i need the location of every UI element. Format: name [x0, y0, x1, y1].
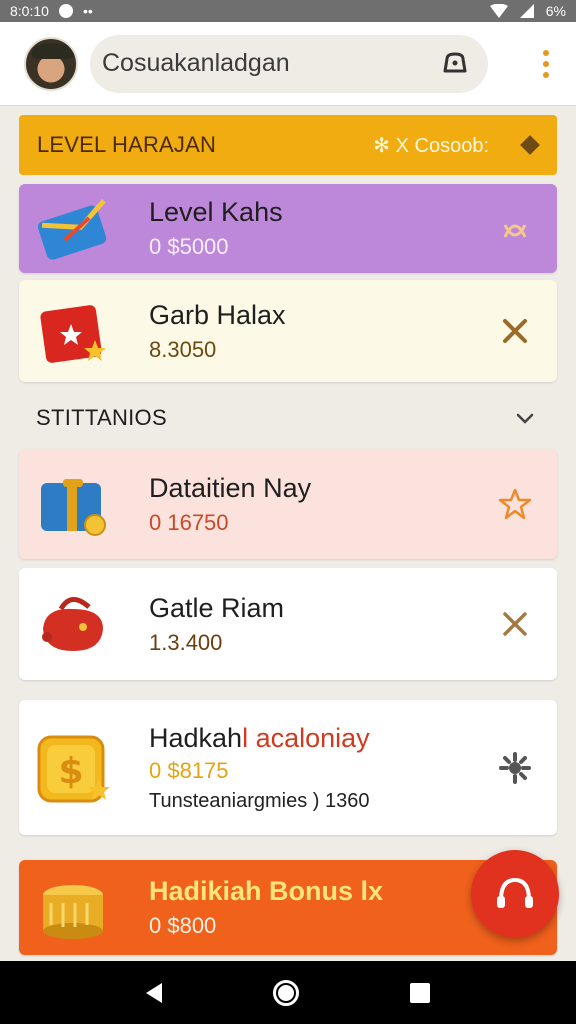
close-icon[interactable]	[497, 606, 533, 642]
search-text[interactable]: Cosuakanladgan	[102, 49, 440, 78]
card-subtitle: 0 $8175	[149, 757, 229, 783]
card-title: Gatle Riam	[149, 592, 285, 623]
status-time: 8:0:10	[10, 3, 49, 19]
floating-action-button[interactable]	[471, 850, 559, 938]
gift-box-icon	[40, 305, 106, 363]
star-icon[interactable]	[497, 486, 533, 522]
card-subtitle: 8.3050	[149, 336, 217, 362]
close-icon[interactable]	[497, 313, 533, 349]
card-title: Garb Halax	[149, 299, 286, 330]
reward-card[interactable]: Gatle Riam 1.3.400	[19, 568, 557, 680]
chevron-down-icon[interactable]	[514, 407, 536, 429]
level-header-right-text: ✻ X Cosoob:	[373, 134, 489, 157]
card-subtitle: 0 16750	[149, 509, 229, 535]
status-dots: ••	[82, 3, 93, 19]
home-icon[interactable]	[272, 979, 299, 1006]
card-subtitle: 1.3.400	[149, 629, 223, 655]
section-title: STITTANIOS	[36, 405, 167, 430]
svg-text:$: $	[58, 751, 83, 792]
avatar[interactable]	[24, 36, 78, 91]
settings-icon[interactable]	[497, 750, 533, 786]
reward-card[interactable]: Level Kahs 0 $5000	[19, 184, 557, 273]
level-header[interactable]: LEVEL HARAJAN ✻ X Cosoob:	[19, 115, 557, 175]
envelope-icon	[37, 198, 107, 260]
reward-card[interactable]: Garb Halax 8.3050	[19, 280, 557, 382]
card-title: Level Kahs	[149, 197, 283, 227]
card-extra: Tunsteaniargmies ) 1360	[149, 789, 370, 812]
app-bar: Cosuakanladgan	[0, 22, 576, 106]
status-bar: 8:0:10 •• 6%	[0, 0, 576, 22]
bag-icon	[42, 597, 103, 651]
ribbon-icon[interactable]	[497, 211, 533, 247]
level-header-title: LEVEL HARAJAN	[37, 132, 217, 157]
battery-text: 6%	[545, 3, 566, 19]
card-title-b: l acaloniay	[242, 722, 370, 753]
more-menu-icon[interactable]	[536, 48, 556, 80]
system-nav-bar	[0, 961, 576, 1024]
back-icon[interactable]	[145, 982, 162, 1003]
signal-icon	[519, 4, 534, 18]
card-title-a: Hadkah	[149, 722, 243, 753]
card-subtitle: 0 $5000	[149, 234, 229, 259]
card-title: Dataitien Nay	[149, 472, 312, 503]
reward-card[interactable]: Dataitien Nay 0 16750	[19, 449, 557, 559]
card-subtitle: 0 $800	[149, 913, 217, 938]
search-input[interactable]: Cosuakanladgan	[90, 34, 488, 93]
card-title: Hadkahl acaloniay	[149, 723, 497, 754]
treasure-chest-icon	[41, 479, 106, 536]
chest-icon[interactable]	[440, 49, 470, 79]
dollar-coin-icon: $	[37, 735, 110, 802]
notification-icon	[58, 4, 73, 18]
reward-card[interactable]: $ Hadkahl acaloniay 0 $8175 Tunsteaniarg…	[19, 700, 557, 835]
wifi-icon	[489, 4, 508, 18]
section-header[interactable]: STITTANIOS	[36, 400, 536, 436]
headset-icon	[497, 877, 533, 908]
gold-chest-icon	[43, 884, 103, 939]
recents-icon[interactable]	[410, 982, 431, 1003]
diamond-icon[interactable]	[520, 135, 540, 155]
